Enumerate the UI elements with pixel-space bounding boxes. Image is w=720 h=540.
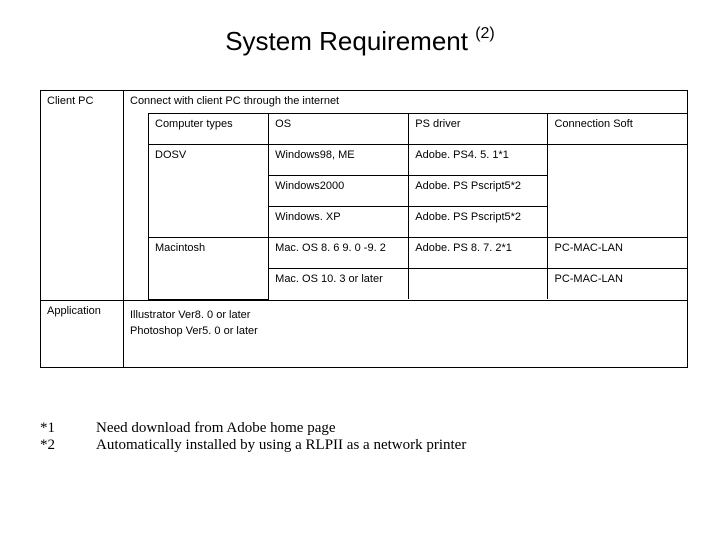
cell-os: Mac. OS 10. 3 or later: [269, 269, 409, 300]
footnote-label: *2: [40, 437, 96, 454]
hdr-os: OS: [269, 114, 409, 145]
footnote-row: *1 Need download from Adobe home page: [40, 420, 688, 437]
cell-computer-type: Macintosh: [149, 238, 269, 300]
main-table: Client PC Connect with client PC through…: [40, 90, 688, 368]
inner-table: Computer types OS PS driver Connection S…: [148, 113, 687, 300]
cell-cs: [548, 145, 687, 238]
cell-os: Mac. OS 8. 6 9. 0 -9. 2: [269, 238, 409, 269]
cell-cs: PC-MAC-LAN: [548, 269, 687, 300]
cell-ps: Adobe. PS Pscript5*2: [409, 176, 548, 207]
title-sup: (2): [475, 25, 495, 42]
footnote-label: *1: [40, 420, 96, 437]
hdr-computer-types: Computer types: [149, 114, 269, 145]
app-line: Illustrator Ver8. 0 or later: [130, 307, 681, 323]
side-client-pc: Client PC: [41, 91, 124, 301]
table-row: Macintosh Mac. OS 8. 6 9. 0 -9. 2 Adobe.…: [149, 238, 688, 269]
footnote-text: Automatically installed by using a RLPII…: [96, 437, 466, 454]
application-row: Application Illustrator Ver8. 0 or later…: [41, 300, 688, 367]
cell-os: Windows. XP: [269, 207, 409, 238]
cell-ps: [409, 269, 548, 300]
title-main: System Requirement: [225, 26, 475, 56]
side-application: Application: [41, 300, 124, 367]
cell-os: Windows2000: [269, 176, 409, 207]
footnote-row: *2 Automatically installed by using a RL…: [40, 437, 688, 454]
connect-caption: Connect with client PC through the inter…: [124, 91, 687, 113]
client-pc-row: Client PC Connect with client PC through…: [41, 91, 688, 301]
cell-computer-type: DOSV: [149, 145, 269, 238]
hdr-ps-driver: PS driver: [409, 114, 548, 145]
footnote-text: Need download from Adobe home page: [96, 420, 336, 437]
page-title: System Requirement (2): [0, 0, 720, 57]
cell-ps: Adobe. PS Pscript5*2: [409, 207, 548, 238]
client-pc-content: Connect with client PC through the inter…: [124, 91, 688, 301]
cell-ps: Adobe. PS 8. 7. 2*1: [409, 238, 548, 269]
app-line: Photoshop Ver5. 0 or later: [130, 323, 681, 339]
table-row: DOSV Windows98, ME Adobe. PS4. 5. 1*1: [149, 145, 688, 176]
inner-header-row: Computer types OS PS driver Connection S…: [149, 114, 688, 145]
cell-os: Windows98, ME: [269, 145, 409, 176]
hdr-connection-soft: Connection Soft: [548, 114, 687, 145]
application-content: Illustrator Ver8. 0 or later Photoshop V…: [124, 300, 688, 367]
footnotes: *1 Need download from Adobe home page *2…: [40, 420, 688, 454]
cell-cs: PC-MAC-LAN: [548, 238, 687, 269]
cell-ps: Adobe. PS4. 5. 1*1: [409, 145, 548, 176]
